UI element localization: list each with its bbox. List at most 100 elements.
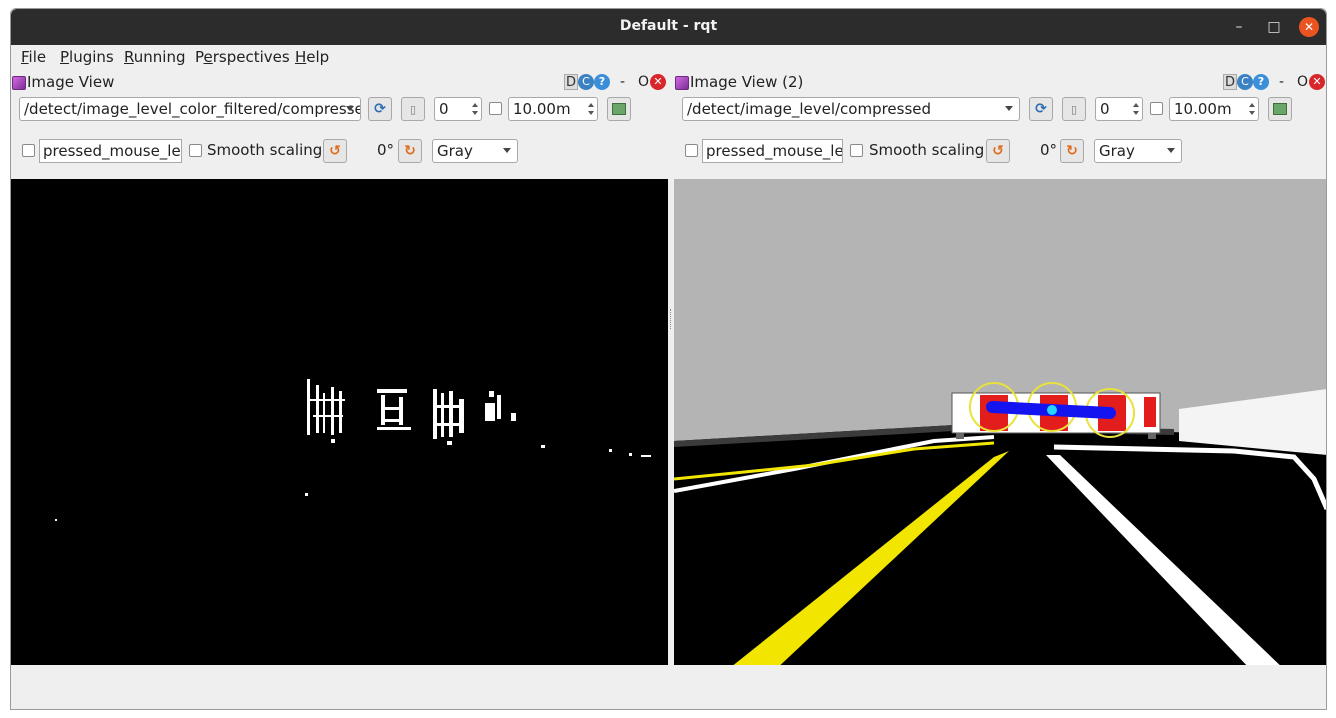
save-image-button[interactable] [607,97,631,121]
menu-perspectives-pre: P [195,48,204,66]
smoothing-spinbox[interactable]: 0 [1095,97,1143,121]
window-title: Default - rqt [619,18,718,34]
timeout-spinbox[interactable]: 10.00m [508,97,598,121]
topic-combo-value: /detect/image_level/compressed [687,100,932,118]
smoothing-value: 0 [1100,100,1110,118]
mouse-publish-button[interactable]: ▯ [401,97,425,121]
topic-combo[interactable]: /detect/image_level_color_filtered/compr… [19,97,361,121]
timeout-value: 10.00m [513,100,571,118]
panel-minimize-button[interactable]: - [1279,74,1284,90]
menu-plugins-label: lugins [69,48,114,66]
panel-splitter[interactable] [670,309,672,329]
smooth-scaling-checkbox[interactable] [850,144,863,157]
panel-title-bar[interactable]: Image View D C ? - O ✕ [11,73,669,93]
topic-combo-value: /detect/image_level_color_filtered/compr… [24,100,361,118]
rotate-left-button[interactable]: ↺ [323,139,347,163]
panel-float-button[interactable]: O [1297,74,1308,90]
menu-help[interactable]: Help [295,48,329,66]
smoothing-spinbox[interactable]: 0 [434,97,482,121]
color-scheme-value: Gray [437,142,473,160]
menu-running-label: unning [133,48,186,66]
rotation-label: 0° [377,141,395,159]
rotate-left-icon: ↺ [329,143,341,159]
menu-perspectives[interactable]: Perspectives [195,48,290,66]
spin-down-icon[interactable] [588,111,594,115]
menu-plugins[interactable]: Plugins [60,48,114,66]
publish-mouse-checkbox[interactable] [685,144,698,157]
title-bar[interactable]: Default - rqt – □ ✕ [11,9,1326,45]
status-bar [11,665,1326,709]
timeout-spinbox[interactable]: 10.00m [1169,97,1259,121]
color-scheme-combo[interactable]: Gray [432,139,518,163]
smooth-scaling-label: Smooth scaling [869,141,985,159]
panel-title: Image View [27,73,115,91]
spin-down-icon[interactable] [472,111,478,115]
mouse-topic-field[interactable]: pressed_mouse_left [702,139,843,163]
refresh-topics-button[interactable]: ⟳ [1029,97,1053,121]
chevron-down-icon [1167,148,1175,153]
color-scheme-combo[interactable]: Gray [1094,139,1182,163]
image-display[interactable] [11,179,668,673]
menu-perspectives-accel: e [203,48,213,66]
mouse-icon: ▯ [1070,103,1078,116]
spin-up-icon[interactable] [588,103,594,107]
barrier-leg [956,433,964,439]
panel-minimize-button[interactable]: - [620,74,625,90]
menu-file-accel: F [21,48,29,66]
spin-up-icon[interactable] [1249,103,1255,107]
rotate-right-button[interactable]: ↻ [398,139,422,163]
maximize-button[interactable]: □ [1264,17,1284,37]
mouse-publish-button[interactable]: ▯ [1062,97,1086,121]
publish-mouse-checkbox[interactable] [22,144,35,157]
smooth-scaling-label: Smooth scaling [207,141,323,159]
help-icon[interactable]: ? [594,74,610,90]
menu-file-label: ile [28,48,47,66]
image-view-2-panel: Image View (2) D C ? - O ✕ /detect/image… [674,71,1326,671]
refresh-topics-button[interactable]: ⟳ [368,97,392,121]
mouse-topic-field[interactable]: pressed_mouse_left [39,139,182,163]
chevron-down-icon [346,106,354,111]
rotate-left-button[interactable]: ↺ [986,139,1010,163]
reload-icon[interactable]: C [578,74,594,90]
mouse-icon: ▯ [409,103,417,116]
save-icon [1273,103,1287,115]
reload-icon[interactable]: C [1237,74,1253,90]
spin-up-icon[interactable] [1133,103,1139,107]
image-view-panel: Image View D C ? - O ✕ /detect/image_lev… [11,71,669,673]
topic-combo[interactable]: /detect/image_level/compressed [682,97,1020,121]
rotate-right-icon: ↻ [404,143,416,159]
menu-help-accel: H [295,48,307,66]
panel-close-icon[interactable]: ✕ [1309,74,1325,90]
timeout-checkbox[interactable] [489,102,502,115]
menu-running[interactable]: Running [124,48,185,66]
rqt-window: Default - rqt – □ ✕ File Plugins Running… [10,8,1327,710]
spin-down-icon[interactable] [1133,111,1139,115]
save-image-button[interactable] [1268,97,1292,121]
timeout-value: 10.00m [1174,100,1232,118]
menu-running-accel: R [124,48,134,66]
panel-float-button[interactable]: O [638,74,649,90]
dock-button[interactable]: D [564,74,578,90]
menu-file[interactable]: File [21,48,46,66]
menu-bar: File Plugins Running Perspectives Help [11,45,1326,69]
spin-up-icon[interactable] [472,103,478,107]
spin-down-icon[interactable] [1249,111,1255,115]
minimize-button[interactable]: – [1229,17,1249,37]
panel-title: Image View (2) [690,73,804,91]
image-display[interactable] [674,179,1327,671]
chevron-down-icon [1005,106,1013,111]
barrier-stripe [1144,397,1156,427]
close-button[interactable]: ✕ [1299,17,1319,37]
smoothing-value: 0 [439,100,449,118]
refresh-icon: ⟳ [1035,101,1047,117]
panel-close-icon[interactable]: ✕ [650,74,666,90]
timeout-checkbox[interactable] [1150,102,1163,115]
save-icon [612,103,626,115]
rotation-label: 0° [1040,141,1058,159]
dock-button[interactable]: D [1223,74,1237,90]
panel-title-bar[interactable]: Image View (2) D C ? - O ✕ [674,73,1326,93]
rotate-right-button[interactable]: ↻ [1060,139,1084,163]
smooth-scaling-checkbox[interactable] [189,144,202,157]
help-icon[interactable]: ? [1253,74,1269,90]
plugin-icon [12,76,26,90]
